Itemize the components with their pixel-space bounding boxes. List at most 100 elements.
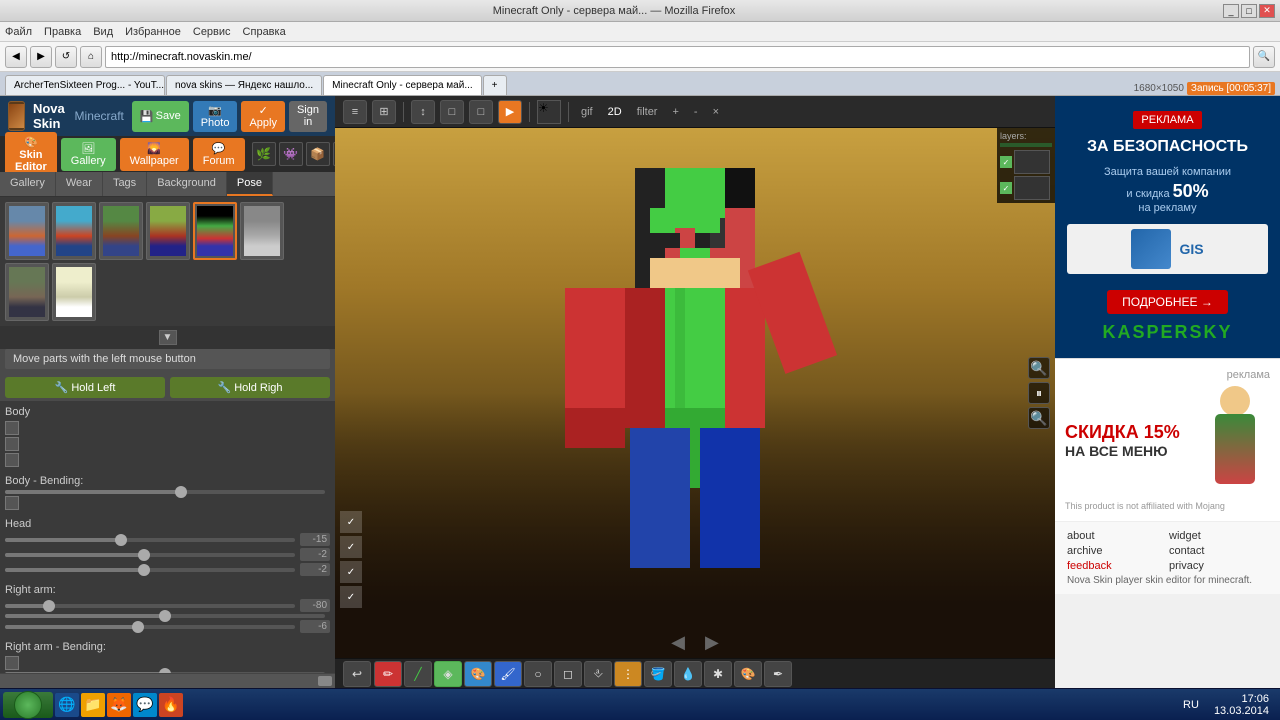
brand-minecraft[interactable]: Minecraft — [75, 109, 124, 123]
wallpaper-btn[interactable]: 🌄 Wallpaper — [120, 138, 189, 171]
head-slider-1[interactable] — [5, 538, 295, 542]
menu-view[interactable]: Вид — [93, 26, 113, 38]
taskbar-app4[interactable]: 🔥 — [159, 693, 183, 717]
skin-thumb-2[interactable] — [52, 202, 96, 260]
forward-button[interactable]: ▶ — [30, 46, 52, 68]
photo-button[interactable]: 📷 Photo — [193, 101, 238, 132]
noise-btn[interactable]: ⋮ — [614, 661, 642, 687]
grass-icon[interactable]: 🌿 — [252, 142, 276, 166]
stamp-btn[interactable]: ⎀ — [584, 661, 612, 687]
creeper-icon[interactable]: 👾 — [279, 142, 303, 166]
next-arrow[interactable]: ▶ — [705, 632, 719, 653]
footer-privacy[interactable]: privacy — [1169, 560, 1268, 572]
right-arm-slider-3[interactable] — [5, 625, 295, 629]
minus-btn[interactable]: - — [689, 104, 703, 120]
footer-about[interactable]: about — [1067, 530, 1166, 542]
tab-new[interactable]: + — [483, 75, 507, 95]
paint-btn[interactable]: 🎨 — [464, 661, 492, 687]
ra-bending-cb[interactable] — [5, 656, 19, 670]
skin-thumb-1[interactable] — [5, 202, 49, 260]
skin-thumb-8[interactable] — [52, 263, 96, 321]
grid-btn[interactable]: ⊞ — [372, 100, 396, 124]
tab-pose[interactable]: Pose — [227, 172, 273, 196]
signin-button[interactable]: Sign in — [289, 101, 327, 132]
right-arm-slider-1[interactable] — [5, 604, 295, 608]
skin-thumb-7[interactable] — [5, 263, 49, 321]
skin-editor-btn[interactable]: 🎨 Skin Editor — [5, 132, 57, 177]
x-btn[interactable]: × — [708, 104, 724, 120]
skin-thumb-4[interactable] — [146, 202, 190, 260]
menu-edit[interactable]: Правка — [44, 26, 81, 38]
pen-btn[interactable]: ✒ — [764, 661, 792, 687]
maximize-button[interactable]: □ — [1241, 4, 1257, 18]
scroll-down-btn[interactable]: ▼ — [159, 330, 177, 345]
close-button[interactable]: ✕ — [1259, 4, 1275, 18]
move-btn[interactable]: ↕ — [411, 100, 435, 124]
body-bending-slider[interactable] — [5, 490, 325, 494]
skin-thumb-5[interactable] — [193, 202, 237, 260]
play-btn[interactable]: ▶ — [498, 100, 522, 124]
cube-icon[interactable]: 📦 — [306, 142, 330, 166]
gif-btn[interactable]: gif — [576, 104, 598, 120]
skin-thumb-3[interactable] — [99, 202, 143, 260]
wm-icon-3[interactable]: ✓ — [340, 561, 362, 583]
right-arm-slider-2[interactable] — [5, 614, 325, 618]
taskbar-explorer[interactable]: 📁 — [81, 693, 105, 717]
layer-2-check[interactable]: ✓ — [1000, 182, 1012, 194]
footer-archive[interactable]: archive — [1067, 545, 1166, 557]
wm-icon-2[interactable]: ✓ — [340, 536, 362, 558]
layer-1-check[interactable]: ✓ — [1000, 156, 1012, 168]
palette-btn[interactable]: 🎨 — [734, 661, 762, 687]
eraser-btn[interactable]: ◻ — [554, 661, 582, 687]
menu-btn[interactable]: ≡ — [343, 100, 367, 124]
fill-btn[interactable]: ◈ — [434, 661, 462, 687]
reload-button[interactable]: ↺ — [55, 46, 77, 68]
bucket-btn[interactable]: 🪣 — [644, 661, 672, 687]
home-button[interactable]: ⌂ — [80, 46, 102, 68]
menu-file[interactable]: Файл — [5, 26, 32, 38]
tab-2[interactable]: nova skins — Яндекс нашло... — [166, 75, 322, 95]
podrobnee-btn[interactable]: ПОДРОБНЕЕ → — [1107, 290, 1228, 314]
minimize-button[interactable]: _ — [1223, 4, 1239, 18]
tab-1[interactable]: ArcherTenSixteen Prog... - YouT... — [5, 75, 165, 95]
gallery-btn[interactable]: 🖼 Gallery — [61, 138, 116, 171]
footer-feedback[interactable]: feedback — [1067, 560, 1166, 572]
2d-btn[interactable]: 2D — [603, 104, 627, 120]
undo-btn[interactable]: ↩ — [343, 661, 371, 687]
search-button[interactable]: 🔍 — [1253, 46, 1275, 68]
pause-btn[interactable]: ⏸ — [1028, 382, 1050, 404]
head-slider-2[interactable] — [5, 553, 295, 557]
zoom-out-btn[interactable]: 🔍 — [1028, 407, 1050, 429]
taskbar-browser[interactable]: 🦊 — [107, 693, 131, 717]
body-cb-1[interactable] — [5, 421, 19, 435]
menu-favorites[interactable]: Избранное — [125, 26, 181, 38]
forum-btn[interactable]: 💬 Forum — [193, 138, 245, 171]
taskbar-skype[interactable]: 💬 — [133, 693, 157, 717]
hold-left-button[interactable]: 🔧 Hold Left — [5, 377, 165, 398]
menu-tools[interactable]: Сервис — [193, 26, 231, 38]
apply-button[interactable]: ✓ Apply — [241, 101, 285, 132]
tab-tags[interactable]: Tags — [103, 172, 147, 196]
address-bar[interactable] — [105, 46, 1250, 68]
head-slider-3[interactable] — [5, 568, 295, 572]
save-button[interactable]: 💾 Save — [132, 101, 189, 132]
magic-btn[interactable]: ✱ — [704, 661, 732, 687]
back-button[interactable]: ◀ — [5, 46, 27, 68]
hold-right-button[interactable]: 🔧 Hold Righ — [170, 377, 330, 398]
ra-bending-slider[interactable] — [5, 672, 325, 673]
start-button[interactable] — [3, 692, 53, 718]
box-btn-1[interactable]: □ — [440, 100, 464, 124]
body-cb-3[interactable] — [5, 453, 19, 467]
wm-icon-1[interactable]: ✓ — [340, 511, 362, 533]
prev-arrow[interactable]: ◀ — [671, 632, 685, 653]
tab-gallery[interactable]: Gallery — [0, 172, 56, 196]
tab-background[interactable]: Background — [147, 172, 227, 196]
sun-icon[interactable]: ☀ — [537, 100, 561, 124]
pencil-btn[interactable]: ✏ — [374, 661, 402, 687]
taskbar-ie[interactable]: 🌐 — [55, 693, 79, 717]
ellipsis-btn[interactable]: ○ — [524, 661, 552, 687]
brush-btn[interactable]: 🖌 — [494, 661, 522, 687]
plus-btn[interactable]: + — [667, 104, 683, 120]
tab-wear[interactable]: Wear — [56, 172, 103, 196]
zoom-in-btn[interactable]: 🔍 — [1028, 357, 1050, 379]
